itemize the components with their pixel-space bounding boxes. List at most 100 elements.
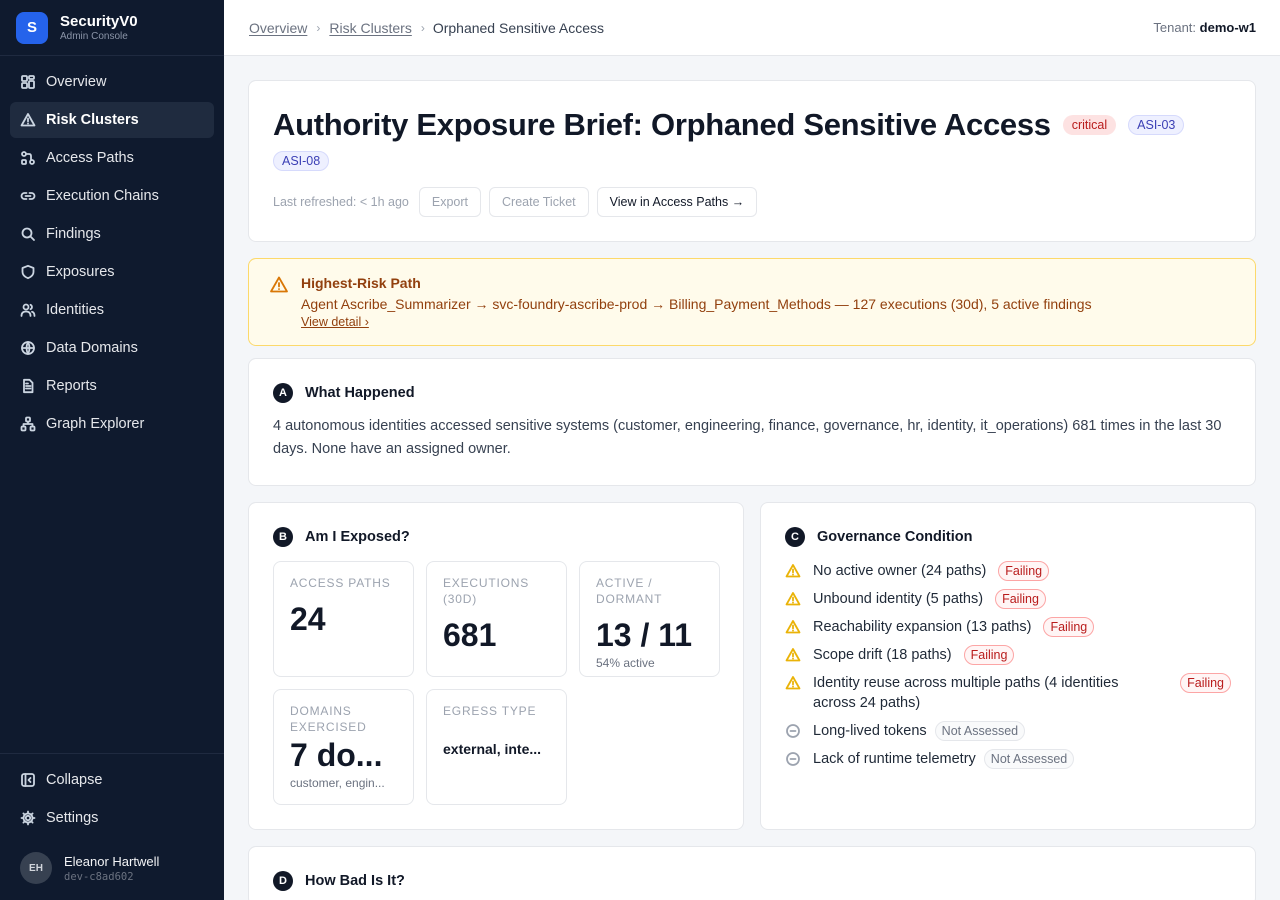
warning-icon — [785, 589, 803, 609]
search-icon — [20, 226, 36, 242]
nav-item-findings[interactable]: Findings — [10, 216, 214, 252]
list-item: Reachability expansion (13 paths) Failin… — [785, 617, 1231, 637]
nav-item-overview[interactable]: Overview — [10, 64, 214, 100]
topbar: Overview › Risk Clusters › Orphaned Sens… — [224, 0, 1280, 56]
metric-egress-type: Egress Type external, inte... — [426, 689, 567, 805]
globe-icon — [20, 340, 36, 356]
nav-item-execution-chains[interactable]: Execution Chains — [10, 178, 214, 214]
governance-item-text: Scope drift (18 paths) — [813, 647, 952, 663]
tenant-label: Tenant: — [1153, 20, 1197, 35]
nav-item-access-paths[interactable]: Access Paths — [10, 140, 214, 176]
metric-value: 24 — [290, 601, 326, 637]
metric-label: Domains Exercised — [290, 704, 367, 734]
governance-item-text: Unbound identity (5 paths) — [813, 591, 984, 607]
breadcrumb: Overview › Risk Clusters › Orphaned Sens… — [248, 20, 604, 36]
avatar: EH — [20, 852, 52, 884]
nav-label: Exposures — [46, 264, 115, 280]
status-badge: Failing — [1043, 617, 1095, 637]
metric-value: 13 / 11 — [596, 617, 693, 653]
collapse-icon — [20, 772, 36, 788]
nav-label: Reports — [46, 378, 97, 394]
warning-icon — [785, 673, 803, 693]
breadcrumb-separator: › — [420, 20, 425, 35]
user-name: Eleanor Hartwell — [64, 853, 160, 869]
list-item: Lack of runtime telemetry Not Assessed — [785, 749, 1231, 769]
page-title: Authority Exposure Brief: Orphaned Sensi… — [273, 107, 1051, 142]
list-item: Scope drift (18 paths) Failing — [785, 645, 1231, 665]
create-ticket-button[interactable]: Create Ticket — [489, 187, 589, 217]
section-letter: B — [273, 527, 293, 547]
severity-badge: critical — [1062, 115, 1117, 135]
status-badge: Failing — [998, 561, 1050, 581]
metric-label: Active / Dormant — [596, 576, 663, 606]
breadcrumb-overview[interactable]: Overview — [248, 20, 308, 36]
user-profile[interactable]: EH Eleanor Hartwell dev-c8ad602 — [0, 838, 224, 900]
status-badge: Not Assessed — [934, 721, 1026, 741]
metric-label: Access Paths — [290, 576, 391, 590]
brand-name: SecurityV0 — [60, 13, 138, 30]
section-letter: C — [785, 527, 805, 547]
brand-subtitle: Admin Console — [60, 31, 128, 42]
section-title: How Bad Is It? — [305, 873, 405, 889]
section-letter: D — [273, 871, 293, 891]
sidebar: S SecurityV0 Admin Console Overview Risk… — [0, 0, 224, 900]
section-letter: A — [273, 383, 293, 403]
list-item: Unbound identity (5 paths) Failing — [785, 589, 1231, 609]
governance-condition-section: C Governance Condition No active owner (… — [760, 502, 1256, 830]
nav-item-identities[interactable]: Identities — [10, 292, 214, 328]
status-badge: Failing — [1180, 673, 1231, 693]
path-icon — [20, 150, 36, 166]
metric-active-dormant: Active / Dormant 13 / 11 54% active — [579, 561, 720, 677]
what-happened-text: 4 autonomous identities accessed sensiti… — [273, 418, 1222, 457]
am-i-exposed-section: B Am I Exposed? Access Paths 24 Executio… — [248, 502, 744, 830]
nav-label: Identities — [46, 302, 105, 318]
warning-icon — [20, 112, 36, 128]
governance-item-text: Long-lived tokens — [813, 723, 927, 739]
warning-icon — [269, 275, 289, 331]
status-badge: Failing — [995, 589, 1046, 609]
settings-label: Settings — [46, 810, 99, 826]
breadcrumb-risk-clusters[interactable]: Risk Clusters — [328, 20, 412, 36]
highest-risk-alert: Highest-Risk Path Agent Ascribe_Summariz… — [248, 258, 1256, 346]
nav-item-graph-explorer[interactable]: Graph Explorer — [10, 406, 214, 442]
tag-badge: ASI-08 — [273, 151, 330, 171]
users-icon — [20, 302, 36, 318]
status-badge: Failing — [963, 645, 1015, 665]
nav-item-reports[interactable]: Reports — [10, 368, 214, 404]
list-item: Long-lived tokens Not Assessed — [785, 721, 1231, 741]
nav-label: Overview — [46, 74, 107, 90]
governance-item-text: Identity reuse across multiple paths (4 … — [813, 675, 1119, 711]
grid-icon — [20, 74, 36, 90]
metric-value: 7 do... — [290, 737, 383, 773]
governance-item-text: Lack of runtime telemetry — [813, 751, 976, 767]
governance-list: No active owner (24 paths) Failing Unbou… — [785, 561, 1231, 769]
tenant-value: demo-w1 — [1199, 20, 1256, 35]
metric-value: 681 — [443, 617, 497, 653]
nav-label: Risk Clusters — [46, 112, 139, 128]
last-refreshed: Last refreshed: < 1h ago — [273, 195, 409, 209]
view-in-access-paths-button[interactable]: View in Access Paths → — [596, 187, 758, 217]
metric-executions: Executions (30d) 681 — [426, 561, 567, 677]
settings-button[interactable]: Settings — [10, 800, 214, 836]
graph-icon — [20, 416, 36, 432]
nav-item-data-domains[interactable]: Data Domains — [10, 330, 214, 366]
list-item: Identity reuse across multiple paths (4 … — [785, 673, 1231, 713]
collapse-button[interactable]: Collapse — [10, 762, 214, 798]
collapse-label: Collapse — [46, 772, 103, 788]
nav-item-risk-clusters[interactable]: Risk Clusters — [10, 102, 214, 138]
breadcrumb-current: Orphaned Sensitive Access — [432, 19, 605, 36]
metric-value: external, inte... — [443, 741, 542, 757]
alert-text: Agent Ascribe_Summarizer → svc-foundry-a… — [301, 296, 1092, 312]
metric-access-paths: Access Paths 24 — [273, 561, 414, 677]
governance-item-text: Reachability expansion (13 paths) — [813, 619, 1032, 635]
metric-label: Egress Type — [443, 704, 537, 718]
warning-icon — [785, 617, 803, 637]
tag-badge: ASI-03 — [1128, 115, 1185, 135]
brief-header: Authority Exposure Brief: Orphaned Sensi… — [248, 80, 1256, 242]
status-badge: Not Assessed — [983, 749, 1075, 769]
nav-item-exposures[interactable]: Exposures — [10, 254, 214, 290]
export-button[interactable]: Export — [418, 187, 481, 217]
view-detail-link[interactable]: View detail › — [301, 315, 369, 329]
brand: S SecurityV0 Admin Console — [0, 0, 224, 56]
brand-logo: S — [16, 11, 48, 44]
